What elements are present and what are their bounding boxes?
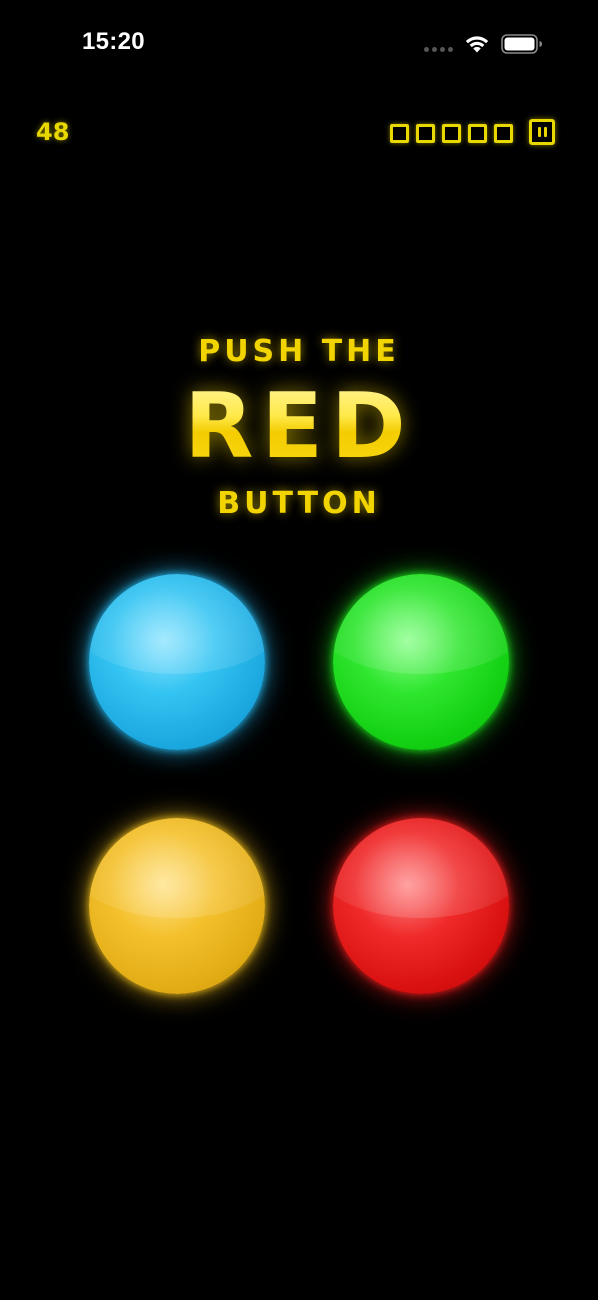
score-counter: 48 bbox=[36, 118, 70, 146]
button-sheen bbox=[89, 574, 265, 674]
instruction-target-color: RED bbox=[0, 372, 598, 482]
yellow-button[interactable] bbox=[89, 818, 265, 994]
life-box bbox=[416, 124, 435, 143]
status-bar: 15:20 bbox=[0, 0, 598, 90]
life-box bbox=[468, 124, 487, 143]
signal-dots-icon bbox=[424, 47, 453, 52]
life-box bbox=[442, 124, 461, 143]
battery-icon bbox=[501, 34, 542, 54]
life-box bbox=[390, 124, 409, 143]
lives-indicator bbox=[390, 124, 513, 143]
instruction-suffix: BUTTON bbox=[217, 486, 381, 521]
blue-button[interactable] bbox=[89, 574, 265, 750]
instruction-prefix: PUSH THE bbox=[198, 334, 400, 369]
life-box bbox=[494, 124, 513, 143]
pause-button[interactable] bbox=[529, 119, 555, 145]
status-time: 15:20 bbox=[82, 28, 145, 55]
green-button[interactable] bbox=[333, 574, 509, 750]
button-sheen bbox=[333, 818, 509, 918]
pause-icon-bar bbox=[543, 127, 547, 137]
button-sheen bbox=[333, 574, 509, 674]
wifi-icon bbox=[465, 36, 489, 53]
red-button[interactable] bbox=[333, 818, 509, 994]
button-sheen bbox=[89, 818, 265, 918]
pause-icon bbox=[537, 127, 541, 137]
